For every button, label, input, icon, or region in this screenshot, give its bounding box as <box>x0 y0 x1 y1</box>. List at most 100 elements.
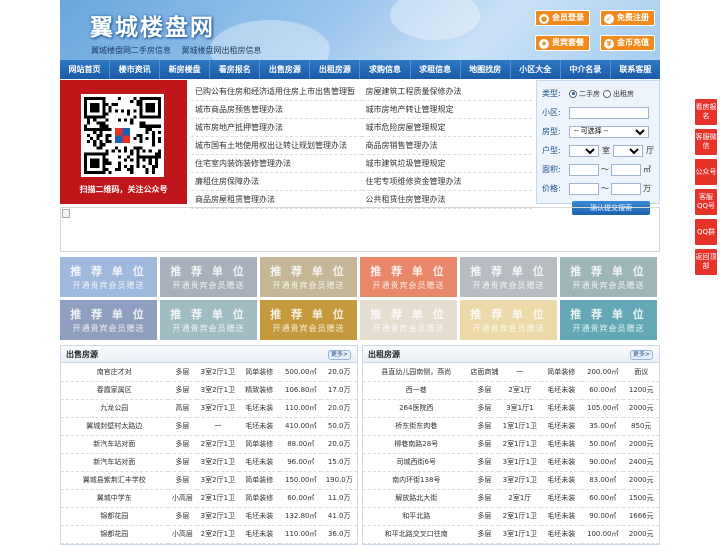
policy-link[interactable]: 城市房地产转让管理规定 <box>361 101 532 119</box>
side-button-5[interactable]: 返回顶部 <box>695 249 717 275</box>
recommend-slot[interactable]: 推 荐 单 位开通贵宾会员赠送 <box>560 257 657 297</box>
policy-link[interactable]: 住宅专项维修资金管理办法 <box>361 173 532 191</box>
nav-item-10[interactable]: 中介名录 <box>561 60 611 79</box>
recommend-slot[interactable]: 推 荐 单 位开通贵宾会员赠送 <box>560 300 657 340</box>
table-row[interactable]: 翼城封壁村太路边 多层一毛坯未装 410.00㎡ 50.0万 <box>61 417 357 436</box>
rent-more-button[interactable]: 更多> <box>629 350 653 360</box>
side-button-3[interactable]: 客服QQ号 <box>695 189 717 215</box>
table-row[interactable]: 西一巷 多层 2室1厅 毛坯未装 60.00㎡ 1200元 <box>363 381 659 400</box>
policy-link[interactable]: 城市建筑垃圾管理规定 <box>361 155 532 173</box>
table-row[interactable]: 264医院西 多层 3室1厅1 毛坯未装 105.00㎡ 2000元 <box>363 399 659 418</box>
table-cell[interactable]: 锦都花园 <box>61 507 168 526</box>
table-row[interactable]: 九龙公园 高层 3室2厅1卫 毛坯未装 110.00㎡ 20.0万 <box>61 399 357 418</box>
recommend-slot[interactable]: 推 荐 单 位开通贵宾会员赠送 <box>160 257 257 297</box>
table-row[interactable]: 翼城县紫荆汇丰学校 多层 3室2厅1卫 简单装修 150.00㎡ 190.0万 <box>61 471 357 490</box>
table-cell[interactable]: 县直幼儿园南侧，燕尚 <box>363 363 470 382</box>
table-cell[interactable]: 南内环街138号 <box>363 471 470 490</box>
policy-link[interactable]: 城市危险房屋管理规定 <box>361 119 532 137</box>
table-cell[interactable]: 264医院西 <box>363 399 470 418</box>
policy-link[interactable]: 廉租住房保障办法 <box>191 173 362 191</box>
policy-link[interactable]: 住宅室内装饰装修管理办法 <box>191 155 362 173</box>
policy-link[interactable]: 城市国有土地使用权出让转让规划管理办法 <box>191 137 362 155</box>
recommend-slot[interactable]: 推 荐 单 位开通贵宾会员赠送 <box>460 257 557 297</box>
nav-item-0[interactable]: 网站首页 <box>60 60 111 79</box>
recommend-slot[interactable]: 推 荐 单 位开通贵宾会员赠送 <box>360 257 457 297</box>
policy-link[interactable]: 城市商品房预售管理办法 <box>191 101 362 119</box>
policy-link[interactable]: 房屋建筑工程质量保修办法 <box>361 83 532 101</box>
area-min-input[interactable] <box>569 163 599 176</box>
table-row[interactable]: 和平北路 多层 2室1厅1卫 毛坯未装 90.00㎡ 1666元 <box>363 507 659 526</box>
table-cell[interactable]: 春霞家属区 <box>61 381 168 400</box>
coin-recharge-button[interactable]: ¥ 金币充值 <box>600 35 655 51</box>
table-row[interactable]: 桥东街东肉巷 多层 1室1厅1卫 毛坯未装 35.00㎡ 850元 <box>363 417 659 436</box>
hall-select[interactable] <box>613 144 643 157</box>
area-max-input[interactable] <box>611 163 641 176</box>
table-row[interactable]: 柳巷南路28号 多层 2室1厅1卫 毛坯未装 50.00㎡ 2000元 <box>363 435 659 454</box>
community-input[interactable] <box>569 106 649 119</box>
price-max-input[interactable] <box>611 182 641 195</box>
price-min-input[interactable] <box>569 182 599 195</box>
table-row[interactable]: 南内环街138号 多层 3室2厅1卫 毛坯未装 83.00㎡ 2000元 <box>363 471 659 490</box>
table-row[interactable]: 新汽车站对面 多层 2室2厅1卫 简单装修 88.00㎡ 20.0万 <box>61 435 357 454</box>
site-logo[interactable]: 翼城楼盘网 <box>90 8 215 42</box>
table-row[interactable]: 和平北路交叉口往南 多层 3室1厅1卫 毛坯未装 100.00㎡ 2000元 <box>363 525 659 544</box>
table-row[interactable]: 司城西街6号 多层 3室1厅1卫 毛坯未装 90.00㎡ 2400元 <box>363 453 659 472</box>
table-row[interactable]: 锦都花园 小高层 2室2厅1卫 毛坯未装 110.00㎡ 36.0万 <box>61 525 357 544</box>
table-row[interactable]: 翼城中学东 小高层 2室1厅1卫 简单装修 60.00㎡ 11.0万 <box>61 489 357 508</box>
table-cell[interactable]: 翼城中学东 <box>61 489 168 508</box>
recommend-slot[interactable]: 推 荐 单 位开通贵宾会员赠送 <box>260 300 357 340</box>
policy-link[interactable]: 商品房销售管理办法 <box>361 137 532 155</box>
nav-item-7[interactable]: 求租信息 <box>411 60 461 79</box>
nav-item-1[interactable]: 楼市资讯 <box>110 60 161 79</box>
table-cell[interactable]: 和平北路交叉口往南 <box>363 525 470 544</box>
table-cell[interactable]: 解放路北大街 <box>363 489 470 508</box>
recommend-slot[interactable]: 推 荐 单 位开通贵宾会员赠送 <box>160 300 257 340</box>
nav-item-5[interactable]: 出租房源 <box>310 60 361 79</box>
radio-secondhand[interactable]: 二手房 <box>569 89 600 99</box>
table-row[interactable]: 县直幼儿园南侧，燕尚 店面商铺一简单装修 200.00㎡ 面议 <box>363 363 659 382</box>
table-row[interactable]: 锦都花园 多层 3室2厅1卫 毛坯未装 132.80㎡ 41.0万 <box>61 507 357 526</box>
table-cell[interactable]: 西一巷 <box>363 381 470 400</box>
house-type-select[interactable]: -- 可选择 -- <box>569 125 649 138</box>
table-cell[interactable]: 南官庄才对 <box>61 363 168 382</box>
recommend-slot[interactable]: 推 荐 单 位开通贵宾会员赠送 <box>60 257 157 297</box>
vip-package-button[interactable]: ♦ 贵宾套餐 <box>535 35 590 51</box>
table-row[interactable]: 南官庄才对 多层 3室2厅1卫 简单装修 500.00㎡ 20.0万 <box>61 363 357 382</box>
table-cell[interactable]: 新汽车站对面 <box>61 453 168 472</box>
table-cell[interactable]: 锦都花园 <box>61 525 168 544</box>
recommend-slot[interactable]: 推 荐 单 位开通贵宾会员赠送 <box>260 257 357 297</box>
banner-image[interactable] <box>60 207 660 252</box>
table-cell[interactable]: 和平北路 <box>363 507 470 526</box>
table-row[interactable]: 春霞家属区 多层 3室2厅1卫 精致装修 106.80㎡ 17.0万 <box>61 381 357 400</box>
nav-item-6[interactable]: 求购信息 <box>360 60 411 79</box>
table-cell[interactable]: 桥东街东肉巷 <box>363 417 470 436</box>
nav-item-8[interactable]: 地图找房 <box>461 60 511 79</box>
recommend-slot[interactable]: 推 荐 单 位开通贵宾会员赠送 <box>460 300 557 340</box>
side-button-4[interactable]: QQ群 <box>695 219 717 245</box>
radio-rental[interactable]: 出租房 <box>603 89 634 99</box>
side-button-2[interactable]: 公众号 <box>695 159 717 185</box>
table-cell[interactable]: 翼城县紫荆汇丰学校 <box>61 471 168 490</box>
nav-item-4[interactable]: 出售房源 <box>260 60 311 79</box>
login-button[interactable]: ● 会员登录 <box>535 10 590 26</box>
table-cell[interactable]: 九龙公园 <box>61 399 168 418</box>
table-cell[interactable]: 柳巷南路28号 <box>363 435 470 454</box>
recommend-slot[interactable]: 推 荐 单 位开通贵宾会员赠送 <box>60 300 157 340</box>
sale-more-button[interactable]: 更多> <box>327 350 351 360</box>
table-cell[interactable]: 司城西街6号 <box>363 453 470 472</box>
nav-item-3[interactable]: 看房报名 <box>210 60 261 79</box>
nav-item-9[interactable]: 小区大全 <box>511 60 561 79</box>
table-row[interactable]: 解放路北大街 多层 2室1厅 毛坯未装 60.00㎡ 1500元 <box>363 489 659 508</box>
table-row[interactable]: 新汽车站对面 多层 3室2厅1卫 毛坯未装 96.00㎡ 15.0万 <box>61 453 357 472</box>
nav-item-2[interactable]: 新房楼盘 <box>160 60 211 79</box>
side-button-0[interactable]: 看房报名 <box>695 99 717 125</box>
policy-link[interactable]: 城市房地产抵押管理办法 <box>191 119 362 137</box>
register-button[interactable]: ✓ 免费注册 <box>600 10 655 26</box>
table-cell[interactable]: 新汽车站对面 <box>61 435 168 454</box>
room-select[interactable] <box>569 144 599 157</box>
recommend-slot[interactable]: 推 荐 单 位开通贵宾会员赠送 <box>360 300 457 340</box>
nav-item-11[interactable]: 联系客服 <box>611 60 660 79</box>
side-button-1[interactable]: 客服微信 <box>695 129 717 155</box>
policy-link[interactable]: 已购公有住房和经济适用住房上市出售管理暂 <box>191 83 362 101</box>
table-cell[interactable]: 翼城封壁村太路边 <box>61 417 168 436</box>
